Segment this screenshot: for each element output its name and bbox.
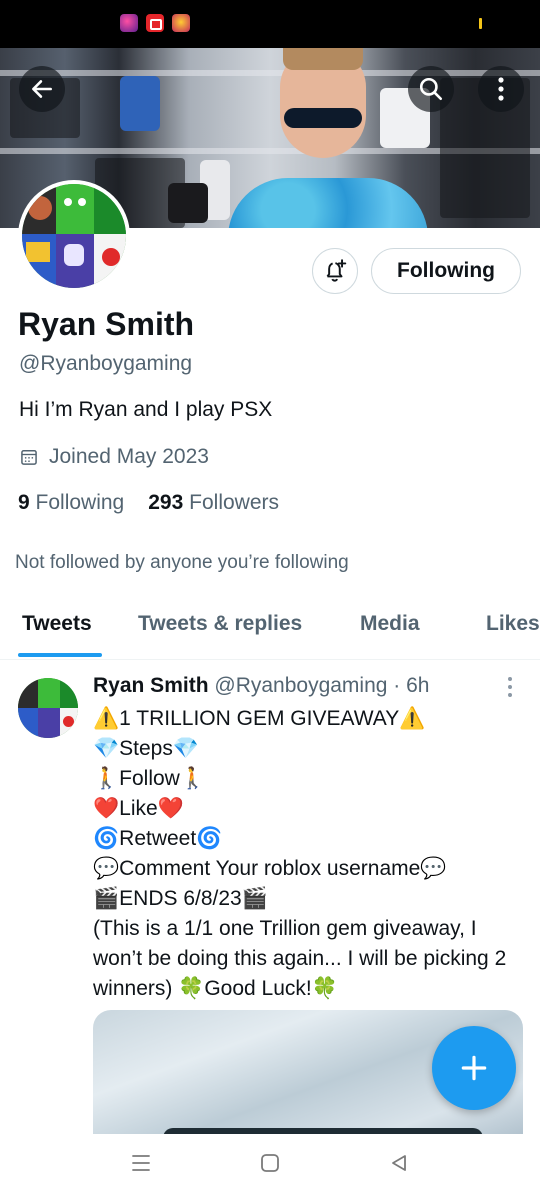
avatar-tile: [78, 198, 86, 206]
avatar-tile: [18, 708, 38, 738]
search-icon: [419, 77, 443, 101]
banner-shelf: [0, 70, 540, 76]
status-app-icons: [120, 14, 190, 32]
tweet-avatar[interactable]: [18, 678, 78, 738]
avatar-image: [22, 184, 126, 288]
banner-item: [120, 76, 160, 131]
compose-tweet-button[interactable]: [432, 1026, 516, 1110]
profile-bio: Hi I’m Ryan and I play PSX: [19, 398, 273, 421]
followers-count: 293: [148, 491, 184, 514]
following-button[interactable]: Following: [371, 248, 521, 294]
system-nav-bar: [0, 1134, 540, 1200]
banner-item: [168, 183, 208, 223]
screen-recorder-icon: [146, 14, 164, 32]
notify-button[interactable]: [312, 248, 358, 294]
tweet-handle-time: @Ryanboygaming · 6h: [214, 674, 430, 697]
triangle-back-icon: [392, 1155, 406, 1171]
joined-text: Joined May 2023: [49, 445, 209, 468]
tab-tweets-replies[interactable]: Tweets & replies: [138, 612, 302, 636]
more-button[interactable]: [478, 66, 524, 112]
tab-likes[interactable]: Likes: [486, 612, 540, 636]
tweet-line: ⚠️1 TRILLION GEM GIVEAWAY⚠️: [93, 707, 426, 730]
following-link[interactable]: 9 Following: [18, 491, 124, 515]
tweet-line: ❤️Like❤️: [93, 797, 184, 820]
profile-name: Ryan Smith: [18, 306, 195, 342]
tweet-line: 💎Steps💎: [93, 737, 199, 760]
menu-lines-icon: [132, 1155, 150, 1171]
tweet-header: Ryan Smith @Ryanboygaming · 6h: [93, 674, 429, 698]
avatar-tile: [18, 678, 38, 708]
avatar-tile: [28, 196, 52, 220]
slots-app-icon: [120, 14, 138, 32]
follow-counts: 9 Following 293 Followers: [18, 491, 279, 515]
status-indicator: [479, 18, 482, 29]
avatar-tile: [56, 184, 94, 234]
bell-plus-icon: [326, 259, 347, 282]
person-shirt: [228, 178, 428, 228]
back-nav-button[interactable]: [388, 1152, 410, 1179]
more-vertical-icon: [508, 677, 512, 697]
avatar-tile: [63, 716, 74, 727]
person-sunglasses: [284, 108, 362, 128]
avatar-tile: [60, 678, 78, 708]
following-count: 9: [18, 491, 30, 514]
home-button[interactable]: [259, 1152, 281, 1179]
avatar-tile: [38, 678, 60, 708]
followers-label: Followers: [189, 491, 279, 514]
calendar-icon: [21, 450, 37, 465]
person-hair: [283, 48, 363, 70]
avatar-tile: [102, 248, 120, 266]
joined-date: Joined May 2023: [19, 445, 209, 469]
avatar-tile: [64, 198, 72, 206]
tweet-text: ⚠️1 TRILLION GEM GIVEAWAY⚠️ 💎Steps💎 🚶Fol…: [93, 704, 523, 1004]
tweet-line: (This is a 1/1 one Trillion gem giveaway…: [93, 917, 507, 1000]
more-vertical-icon: [498, 77, 504, 101]
tweet-line: 🌀Retweet🌀: [93, 827, 223, 850]
not-followed-notice: Not followed by anyone you’re following: [15, 552, 349, 573]
tweet-line: 🎬ENDS 6/8/23🎬: [93, 887, 268, 910]
search-button[interactable]: [408, 66, 454, 112]
tab-tweets[interactable]: Tweets: [22, 612, 92, 636]
status-bar: [0, 0, 540, 48]
profile-tabs: Tweets Tweets & replies Media Likes: [0, 600, 540, 660]
active-tab-indicator: [18, 653, 102, 657]
slots-game-icon: [172, 14, 190, 32]
recents-button[interactable]: [130, 1152, 152, 1179]
tab-media[interactable]: Media: [360, 612, 420, 636]
plus-icon: [461, 1055, 487, 1081]
followers-link[interactable]: 293 Followers: [148, 491, 279, 515]
home-square-icon: [261, 1154, 279, 1172]
avatar-tile: [26, 242, 50, 262]
profile-avatar[interactable]: [18, 180, 130, 292]
arrow-left-icon: [32, 80, 52, 98]
profile-handle: @Ryanboygaming: [19, 352, 193, 375]
avatar-tile: [38, 708, 60, 738]
tweet-line: 🚶Follow🚶: [93, 767, 206, 790]
avatar-tile: [64, 244, 84, 266]
tweet-line: 💬Comment Your roblox username💬: [93, 857, 447, 880]
following-label: Following: [35, 491, 125, 514]
back-button[interactable]: [19, 66, 65, 112]
tweet-more-button[interactable]: [506, 676, 514, 703]
avatar-tile: [94, 184, 126, 234]
tweet-author[interactable]: Ryan Smith: [93, 674, 209, 697]
